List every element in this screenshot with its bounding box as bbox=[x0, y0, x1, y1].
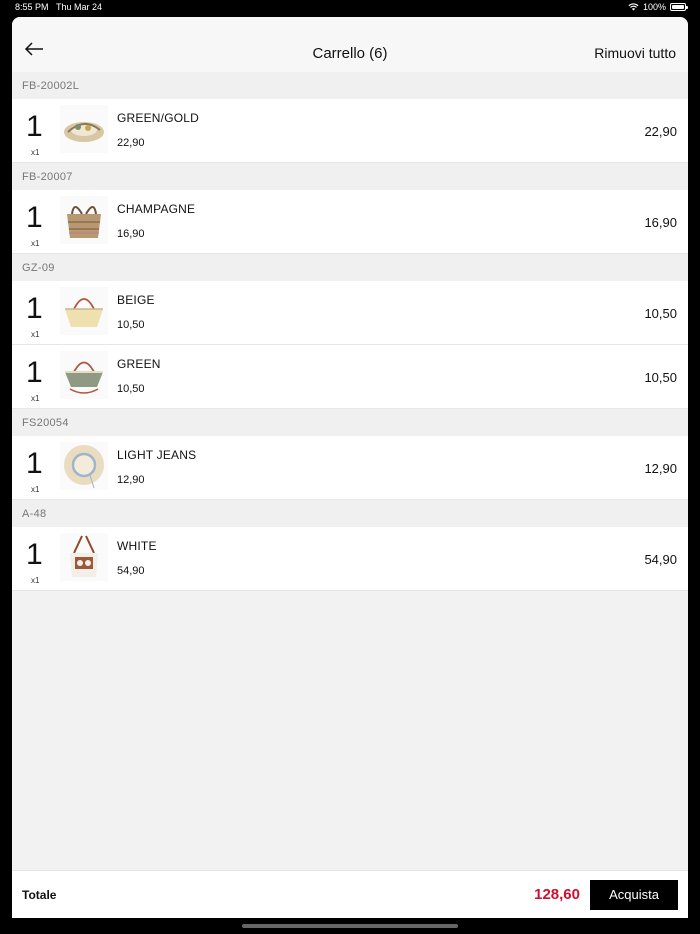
item-total-price: 16,90 bbox=[644, 215, 677, 230]
total-amount: 128,60 bbox=[534, 886, 580, 903]
battery-percent: 100% bbox=[642, 2, 666, 12]
item-total-price: 12,90 bbox=[644, 461, 677, 476]
item-quantity[interactable]: 1 bbox=[26, 201, 43, 235]
wifi-icon bbox=[628, 3, 639, 11]
group-header: FS20054 bbox=[12, 409, 688, 436]
item-quantity[interactable]: 1 bbox=[26, 356, 43, 390]
item-variant-name: CHAMPAGNE bbox=[117, 202, 196, 216]
buy-button[interactable]: Acquista bbox=[590, 880, 678, 910]
item-quantity[interactable]: 1 bbox=[26, 538, 43, 572]
item-multiplier: x1 bbox=[31, 330, 40, 339]
item-multiplier: x1 bbox=[31, 239, 40, 248]
cart-item-row[interactable]: 1 x1 LIGHT JEANS 12,90 12,90 bbox=[12, 436, 688, 500]
item-quantity[interactable]: 1 bbox=[26, 447, 43, 481]
status-right: 100% bbox=[628, 2, 688, 12]
page-title: Carrello (6) bbox=[312, 45, 388, 62]
cart-sheet: Carrello (6) Rimuovi tutto FB-20002L 1 x… bbox=[12, 17, 688, 918]
product-image bbox=[60, 351, 108, 399]
item-unit-price: 10,50 bbox=[117, 319, 145, 331]
item-variant-name: WHITE bbox=[117, 539, 157, 553]
group-header: FB-20002L bbox=[12, 72, 688, 99]
status-date: Thu Mar 24 bbox=[56, 2, 103, 12]
item-variant-name: LIGHT JEANS bbox=[117, 448, 197, 462]
item-total-price: 22,90 bbox=[644, 124, 677, 139]
home-indicator bbox=[242, 924, 458, 928]
item-unit-price: 22,90 bbox=[117, 137, 145, 149]
item-variant-name: GREEN/GOLD bbox=[117, 111, 200, 125]
status-bar: 8:55 PM Thu Mar 24 100% bbox=[0, 0, 700, 16]
battery-icon bbox=[670, 3, 688, 11]
item-variant-name: BEIGE bbox=[117, 293, 155, 307]
total-label: Totale bbox=[22, 888, 57, 902]
product-image bbox=[60, 287, 108, 335]
item-multiplier: x1 bbox=[31, 576, 40, 585]
cart-item-row[interactable]: 1 x1 GREEN 10,50 10,50 bbox=[12, 345, 688, 409]
cart-item-row[interactable]: 1 x1 CHAMPAGNE 16,90 16,90 bbox=[12, 190, 688, 254]
group-header: A-48 bbox=[12, 500, 688, 527]
item-total-price: 54,90 bbox=[644, 552, 677, 567]
item-quantity[interactable]: 1 bbox=[26, 292, 43, 326]
item-total-price: 10,50 bbox=[644, 306, 677, 321]
item-total-price: 10,50 bbox=[644, 370, 677, 385]
cart-footer: Totale 128,60 Acquista bbox=[12, 870, 688, 918]
group-header: GZ-09 bbox=[12, 254, 688, 281]
item-multiplier: x1 bbox=[31, 148, 40, 157]
nav-bar: Carrello (6) Rimuovi tutto bbox=[12, 17, 688, 72]
item-quantity[interactable]: 1 bbox=[26, 110, 43, 144]
product-image bbox=[60, 105, 108, 153]
item-unit-price: 16,90 bbox=[117, 228, 145, 240]
item-unit-price: 10,50 bbox=[117, 383, 145, 395]
item-multiplier: x1 bbox=[31, 394, 40, 403]
item-unit-price: 54,90 bbox=[117, 565, 145, 577]
group-header: FB-20007 bbox=[12, 163, 688, 190]
item-unit-price: 12,90 bbox=[117, 474, 145, 486]
product-image bbox=[60, 442, 108, 490]
cart-item-row[interactable]: 1 x1 GREEN/GOLD 22,90 22,90 bbox=[12, 99, 688, 163]
item-variant-name: GREEN bbox=[117, 357, 161, 371]
remove-all-button[interactable]: Rimuovi tutto bbox=[594, 45, 676, 61]
cart-list: FB-20002L 1 x1 GREEN/GOLD 22,90 22,90 FB-… bbox=[12, 72, 688, 591]
item-multiplier: x1 bbox=[31, 485, 40, 494]
cart-item-row[interactable]: 1 x1 BEIGE 10,50 10,50 bbox=[12, 281, 688, 345]
status-time: 8:55 PM bbox=[15, 2, 49, 12]
cart-item-row[interactable]: 1 x1 WHITE 54,90 54,90 bbox=[12, 527, 688, 591]
product-image bbox=[60, 533, 108, 581]
product-image bbox=[60, 196, 108, 244]
